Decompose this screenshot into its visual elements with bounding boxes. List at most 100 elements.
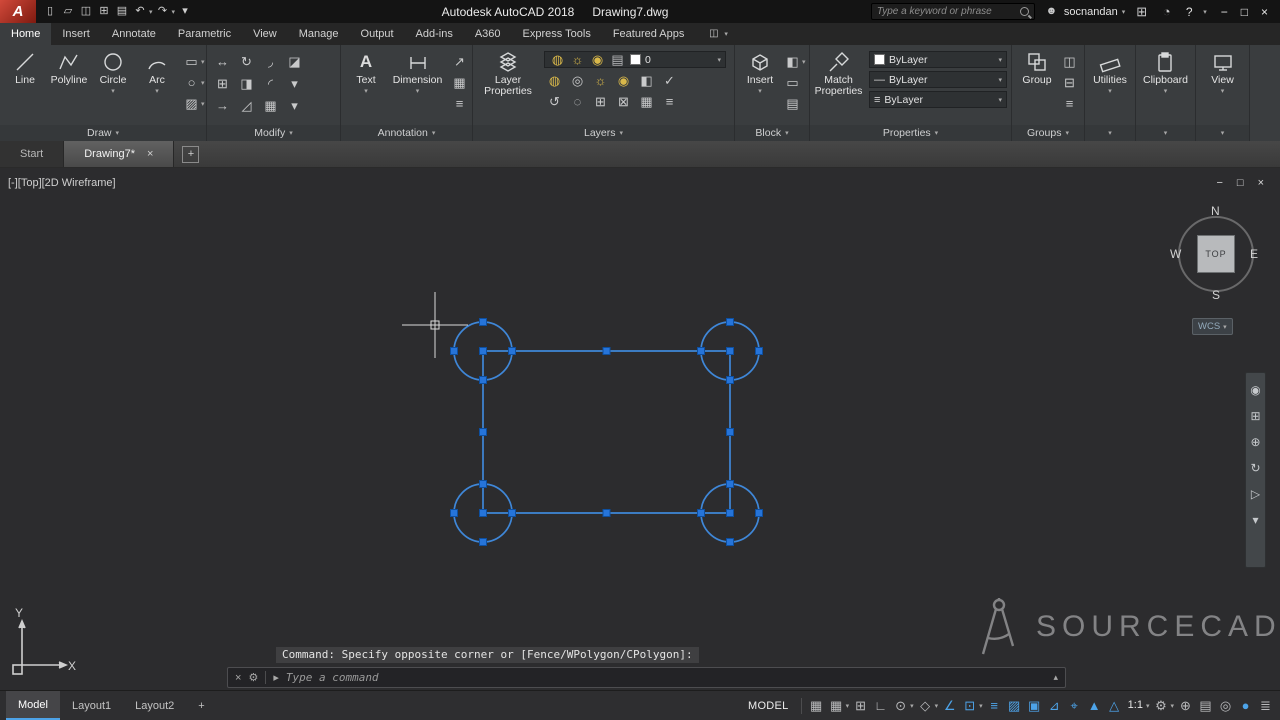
- create-block-icon[interactable]: ▭: [784, 74, 801, 91]
- grip[interactable]: [479, 318, 487, 326]
- layer-previous-icon[interactable]: ↺: [546, 93, 563, 110]
- linetype-dropdown[interactable]: — ByLayer ▾: [869, 71, 1007, 88]
- hatch-tool-icon-caret[interactable]: ▾: [201, 100, 205, 108]
- qat-saveas-icon[interactable]: ⊞: [96, 4, 112, 20]
- grip[interactable]: [479, 509, 487, 517]
- rotate-icon[interactable]: ↻: [238, 53, 255, 70]
- command-history-toggle-icon[interactable]: ▴: [1053, 672, 1058, 683]
- ribbon-tab-a360[interactable]: A360: [464, 23, 512, 45]
- layer-select-dropdown[interactable]: ◍ ☼ ◉ ▤ 0 ▾: [544, 51, 726, 68]
- file-tab-drawing7[interactable]: Drawing7* ×: [64, 141, 175, 167]
- grid-icon[interactable]: ▦: [808, 697, 825, 714]
- grip[interactable]: [508, 347, 516, 355]
- maximize-button[interactable]: □: [1241, 5, 1248, 19]
- ribbon-toggle-caret-icon[interactable]: ▾: [724, 30, 728, 38]
- file-tab-close-icon[interactable]: ×: [147, 148, 153, 160]
- layer-freeze-icon[interactable]: ☼: [592, 72, 609, 89]
- dynamic-input-icon[interactable]: ⌖: [1066, 697, 1083, 714]
- scale-icon[interactable]: ◿: [238, 97, 255, 114]
- grip[interactable]: [450, 509, 458, 517]
- ungroup-icon[interactable]: ◫: [1061, 53, 1078, 70]
- grip[interactable]: [755, 347, 763, 355]
- grip[interactable]: [602, 509, 611, 517]
- grip[interactable]: [755, 509, 763, 517]
- layer-thaw-icon[interactable]: ☼: [569, 51, 586, 68]
- grip[interactable]: [726, 480, 734, 488]
- snap-icon[interactable]: ▦: [828, 697, 845, 714]
- ribbon-tab-home[interactable]: Home: [0, 23, 52, 45]
- modify-panel-label[interactable]: Modify ▾: [207, 125, 340, 141]
- layout2-tab[interactable]: Layout2: [123, 691, 186, 720]
- grip[interactable]: [479, 428, 487, 436]
- grip[interactable]: [479, 347, 487, 355]
- viewcube-south[interactable]: S: [1212, 288, 1220, 302]
- insert-button[interactable]: Insert ▾: [739, 48, 781, 125]
- help-dropdown-icon[interactable]: ▾: [1203, 8, 1207, 16]
- grip[interactable]: [450, 347, 458, 355]
- grip[interactable]: [726, 376, 734, 384]
- viewcube-top-face[interactable]: TOP: [1197, 235, 1235, 273]
- array-dropdown-icon[interactable]: ▾: [286, 97, 303, 114]
- search-icon[interactable]: [1019, 7, 1029, 16]
- rectangle-tool-icon[interactable]: ▭: [183, 53, 200, 70]
- qat-redo-icon-caret[interactable]: ▾: [172, 8, 176, 16]
- ortho-icon[interactable]: ∟: [872, 697, 889, 714]
- dimension-button[interactable]: Dimension ▾: [391, 48, 444, 125]
- command-input[interactable]: Type a command: [286, 671, 379, 684]
- doc-restore-icon[interactable]: □: [1237, 177, 1244, 189]
- doc-close-icon[interactable]: ×: [1258, 177, 1264, 189]
- lineweight-caret-icon[interactable]: ▾: [998, 96, 1002, 104]
- isolate-objects-icon[interactable]: ◎: [1217, 697, 1234, 714]
- autocad-logo-icon[interactable]: A: [0, 0, 36, 23]
- customization-icon[interactable]: ≣: [1257, 697, 1274, 714]
- annotation-visibility-icon[interactable]: ▲: [1086, 697, 1103, 714]
- layer-states-icon[interactable]: ≡: [661, 93, 678, 110]
- pan-icon[interactable]: ⊞: [1248, 408, 1263, 423]
- text-dropdown-icon[interactable]: ▾: [364, 87, 368, 95]
- workspace-icon-caret[interactable]: ▾: [1170, 702, 1174, 710]
- viewcube-north[interactable]: N: [1211, 204, 1220, 218]
- layout1-tab[interactable]: Layout1: [60, 691, 123, 720]
- ribbon-tab-express-tools[interactable]: Express Tools: [512, 23, 602, 45]
- model-tab[interactable]: Model: [6, 691, 60, 720]
- isometric-drafting-icon-caret[interactable]: ▾: [935, 702, 939, 710]
- view-panel-label[interactable]: ▾: [1196, 125, 1249, 141]
- help-search-box[interactable]: Type a keyword or phrase: [870, 3, 1035, 20]
- lineweight-icon[interactable]: ≡: [986, 697, 1003, 714]
- help-button[interactable]: ?: [1183, 3, 1195, 20]
- linetype-caret-icon[interactable]: ▾: [998, 76, 1002, 84]
- polyline-button[interactable]: Polyline: [48, 48, 90, 125]
- navigation-wheel-icon[interactable]: ◉: [1248, 382, 1263, 397]
- dimension-dropdown-icon[interactable]: ▾: [416, 87, 420, 95]
- trim-icon[interactable]: ◞: [262, 53, 279, 70]
- signin-account[interactable]: ☻ socnandan ▾: [1043, 3, 1126, 20]
- object-snap-icon[interactable]: ⊡: [961, 697, 978, 714]
- object-snap-icon-caret[interactable]: ▾: [979, 702, 983, 710]
- ribbon-tab-output[interactable]: Output: [350, 23, 405, 45]
- navbar-more-icon[interactable]: ▾: [1248, 512, 1263, 527]
- stay-connected-icon[interactable]: ◔: [1158, 3, 1175, 20]
- grip[interactable]: [726, 428, 734, 436]
- wcs-selector[interactable]: WCS ▾: [1192, 318, 1233, 335]
- match-properties-button[interactable]: Match Properties: [814, 48, 863, 125]
- new-layout-button[interactable]: +: [186, 691, 216, 720]
- qat-customize-icon[interactable]: ▾: [177, 4, 193, 20]
- clipboard-panel-label[interactable]: ▾: [1136, 125, 1195, 141]
- layers-panel-label[interactable]: Layers ▾: [473, 125, 734, 141]
- lineweight-dropdown[interactable]: ≡ ByLayer ▾: [869, 91, 1007, 108]
- draw-panel-label[interactable]: Draw ▾: [0, 125, 206, 141]
- circle-dropdown-icon[interactable]: ▾: [111, 87, 115, 95]
- ribbon-tab-manage[interactable]: Manage: [288, 23, 350, 45]
- zoom-icon[interactable]: ⊕: [1248, 434, 1263, 449]
- drawing-area[interactable]: [-][Top][2D Wireframe] − □ × N W E S TOP…: [0, 168, 1280, 690]
- grip[interactable]: [726, 509, 734, 517]
- dynamic-ucs-icon[interactable]: ⊿: [1046, 697, 1063, 714]
- layer-plot-icon[interactable]: ▤: [609, 51, 626, 68]
- group-selection-icon[interactable]: ≡: [1061, 95, 1078, 112]
- grip[interactable]: [726, 318, 734, 326]
- grip[interactable]: [726, 538, 734, 546]
- command-customize-icon[interactable]: ⚙: [248, 671, 258, 684]
- polar-tracking-icon-caret[interactable]: ▾: [910, 702, 914, 710]
- fillet-icon[interactable]: ◜: [262, 75, 279, 92]
- groups-panel-label[interactable]: Groups ▾: [1012, 125, 1084, 141]
